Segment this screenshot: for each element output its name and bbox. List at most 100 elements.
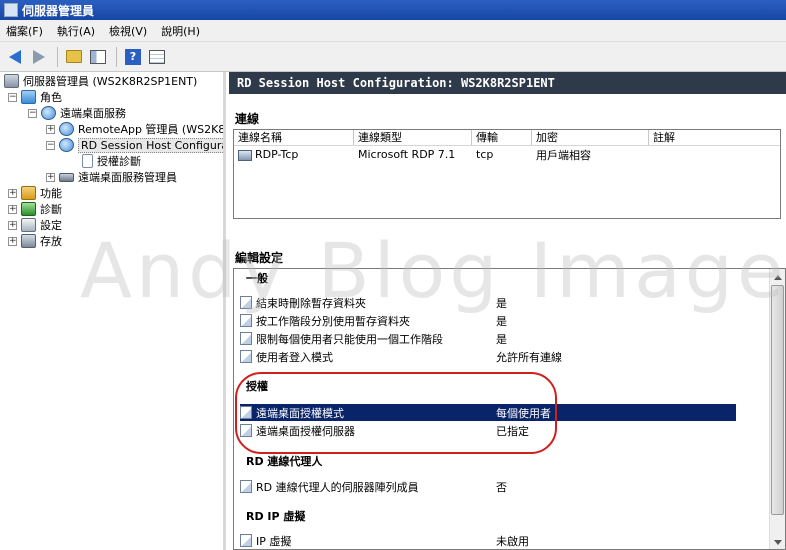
column-header-type[interactable]: 連線類型 [354,130,472,145]
annotation-ellipse [235,372,557,454]
setting-row[interactable]: IP 虛擬 未啟用 [240,532,736,549]
tree-label: 授權診斷 [97,155,141,168]
action-pane-icon [149,49,165,64]
tree-node-features[interactable]: + 功能 [8,185,62,201]
connection-encryption-cell: 用戶端相容 [536,148,591,162]
menu-view[interactable]: 檢視(V) [109,23,147,39]
setting-value: 否 [496,480,507,494]
setting-name: 結束時刪除暫存資料夾 [256,296,366,310]
collapse-icon[interactable]: − [46,140,55,150]
scroll-down-button[interactable] [771,535,784,549]
menu-action[interactable]: 執行(A) [57,23,95,39]
tree-node-rds-manager[interactable]: + 遠端桌面服務管理員 [46,169,177,185]
expand-icon[interactable]: + [8,236,17,246]
property-icon [240,296,252,309]
tree-node-remote-desktop-services[interactable]: − 遠端桌面服務 [28,105,126,121]
column-header-name[interactable]: 連線名稱 [234,130,354,145]
collapse-icon[interactable]: − [8,92,17,102]
action-pane-button[interactable] [146,46,168,68]
tree-label: 功能 [40,187,62,200]
column-header-comment[interactable]: 註解 [649,130,780,145]
setting-value: 是 [496,314,507,328]
server-icon [4,74,19,88]
table-row[interactable]: RDP-Tcp Microsoft RDP 7.1 tcp 用戶端相容 [234,146,780,163]
setting-name: 使用者登入模式 [256,350,333,364]
vertical-scrollbar[interactable] [769,269,785,549]
console-tree-icon [90,49,106,64]
window-title-bar[interactable]: 伺服器管理員 [0,0,786,20]
menu-bar: 檔案(F) 執行(A) 檢視(V) 說明(H) [0,20,786,42]
scroll-thumb[interactable] [771,285,784,515]
expand-icon[interactable]: + [8,220,17,230]
tree-label: 角色 [40,91,62,104]
rdp-connection-icon [238,149,252,161]
tree-node-remoteapp[interactable]: + RemoteApp 管理員 (WS2K8 [46,121,226,137]
up-folder-button[interactable] [63,46,85,68]
connections-title: 連線 [235,112,260,126]
edit-settings-title: 編輯設定 [235,251,284,265]
window-title: 伺服器管理員 [22,3,95,18]
expand-icon[interactable]: + [8,204,17,214]
tree-node-storage[interactable]: + 存放 [8,233,62,249]
pane-header: RD Session Host Configuration: WS2K8R2SP… [229,72,786,94]
rdsh-config-icon [59,138,74,152]
expand-icon[interactable]: + [8,188,17,198]
details-pane: RD Session Host Configuration: WS2K8R2SP… [229,72,786,550]
collapse-icon[interactable]: − [28,108,37,118]
group-connection-broker: RD 連線代理人 [246,455,323,468]
setting-row[interactable]: RD 連線代理人的伺服器陣列成員 否 [240,478,736,495]
storage-icon [21,234,36,248]
setting-name: RD 連線代理人的伺服器陣列成員 [256,480,419,494]
diagnostics-icon [21,202,36,216]
setting-value: 允許所有連線 [496,350,562,364]
expand-icon[interactable]: + [46,172,55,182]
setting-name: IP 虛擬 [256,534,292,548]
tree-label: 伺服器管理員 (WS2K8R2SP1ENT) [23,75,198,88]
setting-name: 限制每個使用者只能使用一個工作階段 [256,332,443,346]
connections-header: 連線名稱 連線類型 傳輸 加密 註解 [234,130,780,146]
setting-value: 未啟用 [496,534,529,548]
column-header-transport[interactable]: 傳輸 [472,130,532,145]
tree-node-diagnostics[interactable]: + 診斷 [8,201,62,217]
expand-icon[interactable]: + [46,124,55,134]
console-tree: 伺服器管理員 (WS2K8R2SP1ENT) − 角色 − 遠端桌面服務 + R… [0,72,226,550]
tree-node-root[interactable]: 伺服器管理員 (WS2K8R2SP1ENT) [4,73,197,89]
show-hide-tree-button[interactable] [87,46,109,68]
menu-file[interactable]: 檔案(F) [6,23,43,39]
configuration-icon [21,218,36,232]
setting-value: 是 [496,296,507,310]
setting-name: 按工作階段分別使用暫存資料夾 [256,314,410,328]
cell-text: RDP-Tcp [255,148,299,161]
connections-list[interactable]: 連線名稱 連線類型 傳輸 加密 註解 RDP-Tcp Microsoft RDP… [233,129,781,219]
tree-label: 遠端桌面服務 [60,107,126,120]
column-header-encryption[interactable]: 加密 [532,130,649,145]
toolbar-separator [116,46,117,67]
tree-label: RemoteApp 管理員 (WS2K8 [78,123,226,136]
help-button[interactable]: ? [122,46,144,68]
toolbar: ? [0,42,786,72]
tree-label: 存放 [40,235,62,248]
property-icon [240,480,252,493]
menu-help[interactable]: 說明(H) [161,23,200,39]
tree-node-rdsh-configuration[interactable]: − RD Session Host Configuratio [46,137,223,153]
setting-row[interactable]: 結束時刪除暫存資料夾 是 [240,294,736,311]
setting-row[interactable]: 使用者登入模式 允許所有連線 [240,348,736,365]
tree-node-configuration[interactable]: + 設定 [8,217,62,233]
property-icon [240,332,252,345]
scroll-up-button[interactable] [771,270,784,284]
property-icon [240,350,252,363]
scroll-up-arrow-icon [773,274,782,280]
property-icon [240,534,252,547]
tree-label: 診斷 [40,203,62,216]
back-button[interactable] [4,46,26,68]
tree-label: 遠端桌面服務管理員 [78,171,177,184]
tree-node-licensing-diagnosis[interactable]: 授權診斷 [82,153,141,169]
remoteapp-icon [59,122,74,136]
connection-transport-cell: tcp [476,148,494,161]
toolbar-separator [57,46,58,67]
help-icon: ? [125,48,141,65]
setting-row[interactable]: 限制每個使用者只能使用一個工作階段 是 [240,330,736,347]
forward-button[interactable] [28,46,50,68]
setting-row[interactable]: 按工作階段分別使用暫存資料夾 是 [240,312,736,329]
tree-node-roles[interactable]: − 角色 [8,89,62,105]
